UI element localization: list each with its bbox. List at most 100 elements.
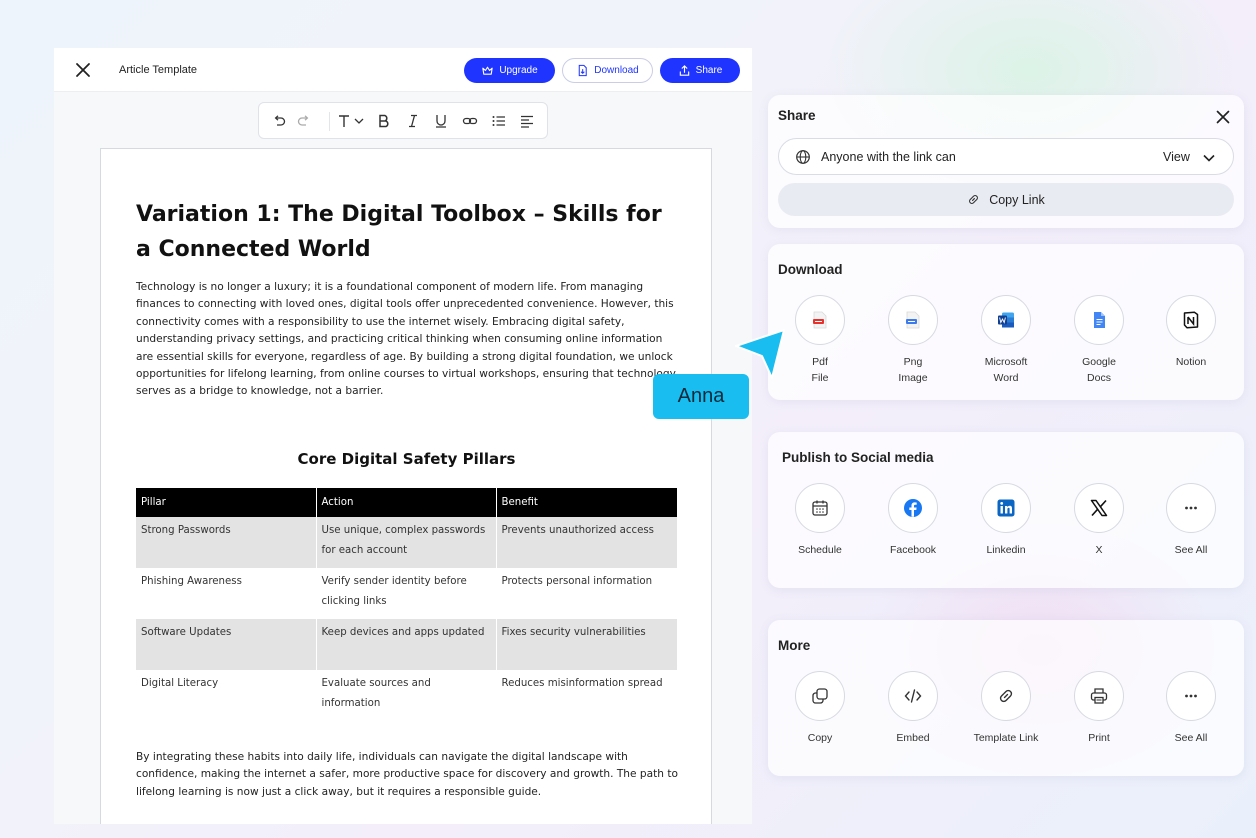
- option-circle: [1166, 671, 1216, 721]
- download-label: Download: [594, 65, 639, 76]
- table-cell[interactable]: Reduces misinformation spread: [496, 670, 677, 721]
- microsoft-word-icon: [998, 312, 1014, 328]
- table-cell[interactable]: Protects personal information: [496, 568, 677, 619]
- table-header-cell: Benefit: [496, 488, 677, 517]
- link-icon[interactable]: [462, 113, 478, 129]
- more-embed-option[interactable]: Embed: [870, 671, 956, 746]
- table-cell[interactable]: Prevents unauthorized access: [496, 517, 677, 568]
- option-label: Png Image: [898, 356, 928, 384]
- underline-icon[interactable]: [433, 113, 449, 129]
- table-cell[interactable]: Phishing Awareness: [136, 568, 317, 619]
- close-icon[interactable]: [74, 61, 92, 79]
- formatting-toolbar: [258, 102, 548, 139]
- document-page: Variation 1: The Digital Toolbox – Skill…: [100, 148, 712, 824]
- cell-text: Fixes security vulnerabilities: [501, 627, 646, 638]
- social-x-option[interactable]: X: [1056, 483, 1142, 558]
- embed-code-icon: [904, 689, 922, 703]
- option-circle: [1074, 483, 1124, 533]
- option-label: Microsoft Word: [984, 356, 1028, 384]
- table-cell[interactable]: Digital Literacy: [136, 670, 317, 721]
- document-heading[interactable]: Variation 1: The Digital Toolbox – Skill…: [136, 197, 681, 267]
- table-cell[interactable]: Verify sender identity before clicking l…: [316, 568, 497, 619]
- bullet-list-icon[interactable]: [491, 113, 507, 129]
- notion-icon: [1183, 311, 1199, 329]
- table-row: Digital Literacy Evaluate sources and in…: [136, 670, 677, 721]
- more-copy-option[interactable]: Copy: [777, 671, 863, 746]
- option-label: Pdf File: [811, 356, 829, 384]
- linkedin-icon: [997, 499, 1015, 517]
- more-print-option[interactable]: Print: [1056, 671, 1142, 746]
- pillars-table: Pillar Action Benefit Strong Passwords U…: [136, 488, 677, 721]
- link-icon: [999, 689, 1013, 703]
- option-circle: [981, 671, 1031, 721]
- italic-icon[interactable]: [405, 113, 421, 129]
- social-see-all-option[interactable]: See All: [1148, 483, 1234, 558]
- table-header-row: Pillar Action Benefit: [136, 488, 677, 517]
- option-label: Schedule: [798, 544, 842, 556]
- upload-share-icon: [679, 65, 689, 76]
- share-label: Share: [695, 65, 723, 76]
- link-access-select[interactable]: Anyone with the link can View: [778, 138, 1234, 175]
- google-docs-icon: [1094, 312, 1105, 328]
- align-left-icon[interactable]: [519, 113, 535, 129]
- download-button[interactable]: Download: [562, 58, 653, 83]
- option-label: Notion: [1175, 356, 1207, 368]
- option-circle: [1166, 295, 1216, 345]
- outro-paragraph[interactable]: By integrating these habits into daily l…: [136, 749, 681, 801]
- png-image-icon: [906, 311, 920, 329]
- download-google-docs-option[interactable]: Google Docs: [1056, 295, 1142, 386]
- undo-icon[interactable]: [271, 113, 287, 129]
- option-label: Template Link: [973, 732, 1039, 744]
- option-circle: [981, 295, 1031, 345]
- more-template-link-option[interactable]: Template Link: [963, 671, 1049, 746]
- chevron-down-icon[interactable]: [353, 113, 365, 129]
- more-see-all-option[interactable]: See All: [1148, 671, 1234, 746]
- share-button[interactable]: Share: [660, 58, 740, 83]
- intro-paragraph[interactable]: Technology is no longer a luxury; it is …: [136, 279, 681, 401]
- cell-text: Reduces misinformation spread: [501, 678, 663, 689]
- download-word-option[interactable]: Microsoft Word: [963, 295, 1049, 386]
- option-circle: [1074, 295, 1124, 345]
- download-notion-option[interactable]: Notion: [1148, 295, 1234, 370]
- social-panel-title: Publish to Social media: [782, 450, 934, 465]
- close-icon[interactable]: [1215, 109, 1231, 125]
- pdf-file-icon: [813, 311, 827, 329]
- upgrade-button[interactable]: Upgrade: [464, 58, 555, 83]
- table-cell[interactable]: Evaluate sources and information: [316, 670, 497, 721]
- link-access-label: Anyone with the link can: [821, 150, 956, 164]
- bold-icon[interactable]: [376, 113, 392, 129]
- option-circle: [795, 295, 845, 345]
- table-cell[interactable]: Fixes security vulnerabilities: [496, 619, 677, 670]
- redo-icon[interactable]: [296, 113, 312, 129]
- table-cell[interactable]: Keep devices and apps updated: [316, 619, 497, 670]
- download-panel: Download Pdf File Png Image Microsoft Word …: [768, 244, 1244, 400]
- option-label: Google Docs: [1082, 356, 1116, 384]
- download-pdf-option[interactable]: Pdf File: [777, 295, 863, 386]
- link-icon: [969, 195, 979, 204]
- cell-text: Strong Passwords: [141, 525, 231, 536]
- option-circle: [795, 671, 845, 721]
- option-label: See All: [1174, 544, 1208, 556]
- upgrade-label: Upgrade: [499, 65, 538, 76]
- table-cell[interactable]: Strong Passwords: [136, 517, 317, 568]
- cell-text: Digital Literacy: [141, 678, 219, 689]
- copy-link-button[interactable]: Copy Link: [778, 183, 1234, 216]
- social-linkedin-option[interactable]: Linkedin: [963, 483, 1049, 558]
- globe-icon: [796, 150, 810, 164]
- table-row: Phishing Awareness Verify sender identit…: [136, 568, 677, 619]
- section-heading[interactable]: Core Digital Safety Pillars: [136, 450, 677, 468]
- option-label: X: [1095, 544, 1103, 556]
- social-facebook-option[interactable]: Facebook: [870, 483, 956, 558]
- editor-topbar: Article Template Upgrade Download Share: [54, 48, 752, 92]
- social-schedule-option[interactable]: Schedule: [777, 483, 863, 558]
- option-circle: [888, 295, 938, 345]
- table-cell[interactable]: Software Updates: [136, 619, 317, 670]
- social-panel: Publish to Social media Schedule Faceboo…: [768, 432, 1244, 588]
- download-png-option[interactable]: Png Image: [870, 295, 956, 386]
- text-style-icon[interactable]: [336, 113, 352, 129]
- download-panel-title: Download: [778, 262, 843, 277]
- more-panel: More Copy Embed Template Link Print See …: [768, 620, 1244, 776]
- table-cell[interactable]: Use unique, complex passwords for each a…: [316, 517, 497, 568]
- option-circle: [888, 483, 938, 533]
- copy-link-label: Copy Link: [989, 192, 1045, 207]
